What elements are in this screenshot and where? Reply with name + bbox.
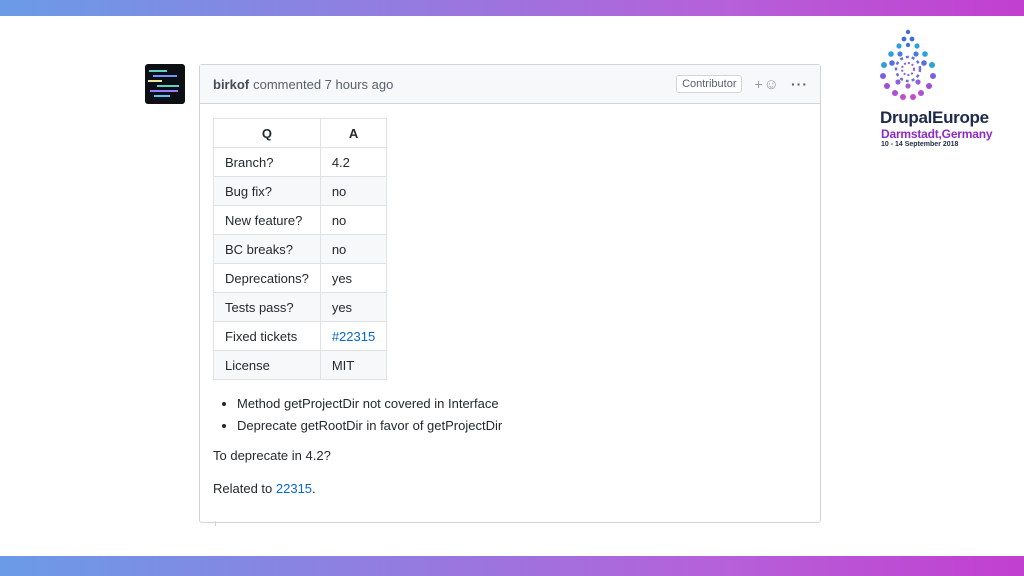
table-row: New feature? no <box>213 205 388 235</box>
table-cell-a: yes <box>319 292 388 322</box>
table-cell-q: License <box>213 350 321 380</box>
related-suffix: . <box>312 481 316 496</box>
table-row: Fixed tickets #22315 <box>213 321 388 351</box>
more-options-icon[interactable]: ··· <box>791 76 808 92</box>
related-issue-link[interactable]: 22315 <box>276 481 312 496</box>
table-cell-a: no <box>319 176 388 206</box>
bottom-gradient-band <box>0 556 1024 576</box>
contributor-badge: Contributor <box>676 75 743 93</box>
table-row: License MIT <box>213 350 388 380</box>
qa-table: Q A Branch? 4.2 Bug fix? no New feature?… <box>213 118 388 380</box>
table-row: Bug fix? no <box>213 176 388 206</box>
table-header-a: A <box>319 118 388 148</box>
table-row: Tests pass? yes <box>213 292 388 322</box>
table-cell-a: no <box>319 205 388 235</box>
logo-dates: 10 - 14 September 2018 <box>881 141 959 148</box>
related-prefix: Related to <box>213 481 273 496</box>
table-cell-q: New feature? <box>213 205 321 235</box>
list-item: Deprecate getRootDir in favor of getProj… <box>237 418 807 434</box>
ticket-link[interactable]: #22315 <box>332 329 375 344</box>
comment-box: birkof commented 7 hours ago Contributor… <box>199 64 821 523</box>
table-cell-a: no <box>319 234 388 264</box>
table-cell-a: #22315 <box>319 321 388 351</box>
table-row: BC breaks? no <box>213 234 388 264</box>
table-cell-q: Branch? <box>213 147 321 177</box>
add-reaction-icon[interactable]: + ☺ <box>754 76 779 93</box>
table-header-q: Q <box>213 118 321 148</box>
table-row: Branch? 4.2 <box>213 147 388 177</box>
list-item: Method getProjectDir not covered in Inte… <box>237 396 807 412</box>
logo-title: DrupalEurope <box>880 108 989 127</box>
table-cell-q: Fixed tickets <box>213 321 321 351</box>
comment-body: Q A Branch? 4.2 Bug fix? no New feature?… <box>200 104 820 510</box>
table-cell-a: 4.2 <box>319 147 388 177</box>
comment-header: birkof commented 7 hours ago Contributor… <box>200 65 820 104</box>
comment-timestamp[interactable]: commented 7 hours ago <box>253 77 393 92</box>
avatar[interactable] <box>145 64 185 104</box>
plus-icon: + <box>754 76 763 92</box>
top-gradient-band <box>0 0 1024 16</box>
smiley-icon: ☺ <box>763 75 779 93</box>
table-cell-a: yes <box>319 263 388 293</box>
table-cell-q: Tests pass? <box>213 292 321 322</box>
timeline-tick <box>215 521 216 526</box>
comment-author[interactable]: birkof <box>213 77 249 92</box>
table-row: Deprecations? yes <box>213 263 388 293</box>
logo-subtitle: Darmstadt,Germany <box>881 127 993 141</box>
table-cell-q: Bug fix? <box>213 176 321 206</box>
related-text: Related to 22315. <box>213 481 807 496</box>
table-cell-q: Deprecations? <box>213 263 321 293</box>
question-text: To deprecate in 4.2? <box>213 448 331 463</box>
drop-emblem-icon <box>880 29 936 100</box>
table-cell-a: MIT <box>319 350 388 380</box>
table-cell-q: BC breaks? <box>213 234 321 264</box>
change-list: Method getProjectDir not covered in Inte… <box>213 396 807 434</box>
